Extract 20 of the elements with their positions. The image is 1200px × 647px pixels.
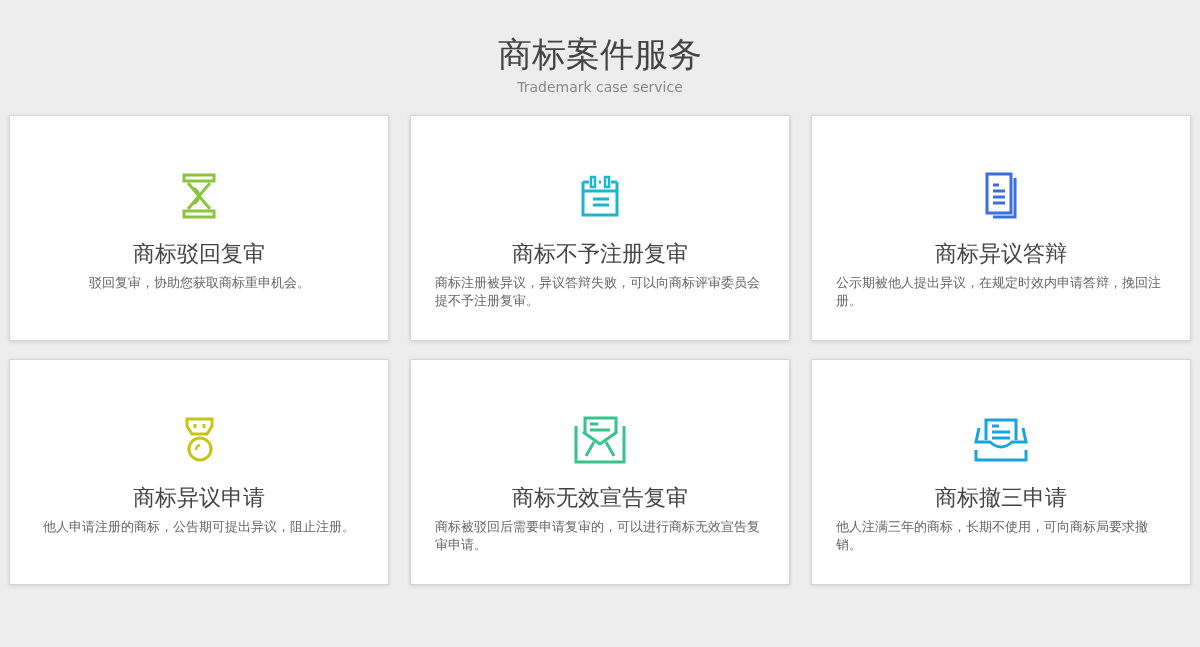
service-description: 商标被驳回后需要申请复审的，可以进行商标无效宣告复审申请。 [435,518,761,554]
service-description: 他人注满三年的商标，长期不使用，可向商标局要求撤销。 [836,518,1149,554]
service-card[interactable]: 商标不予注册复审 商标注册被异议，异议答辩失败，可以向商标评审委员会提不予注册复审。 [410,114,790,341]
service-card[interactable]: 商标驳回复审 驳回复审，协助您获取商标重申机会。 [9,114,389,341]
service-description: 他人申请注册的商标，公告期可提出异议，阻止注册。 [43,518,355,536]
service-title: 商标驳回复审 [132,239,266,268]
service-description: 商标注册被异议，异议答辩失败，可以向商标评审委员会提不予注册复审。 [435,274,761,310]
service-description: 公示期被他人提出异议，在规定时效内申请答辩，挽回注册。 [836,274,1162,310]
service-title: 商标异议申请 [132,483,266,512]
page-title: 商标案件服务 [498,34,702,75]
service-card[interactable]: 商标异议申请 他人申请注册的商标，公告期可提出异议，阻止注册。 [9,358,389,585]
service-title: 商标撤三申请 [934,483,1068,512]
service-title: 商标不予注册复审 [511,239,689,268]
service-card[interactable]: 商标撤三申请 他人注满三年的商标，长期不使用，可向商标局要求撤销。 [811,358,1191,585]
service-title: 商标异议答辩 [934,239,1068,268]
service-card[interactable]: 商标无效宣告复审 商标被驳回后需要申请复审的，可以进行商标无效宣告复审申请。 [410,358,790,585]
service-description: 驳回复审，协助您获取商标重申机会。 [88,274,310,292]
service-title: 商标无效宣告复审 [511,483,689,512]
service-card[interactable]: 商标异议答辩 公示期被他人提出异议，在规定时效内申请答辩，挽回注册。 [811,114,1191,341]
page-subtitle: Trademark case service [517,78,683,95]
